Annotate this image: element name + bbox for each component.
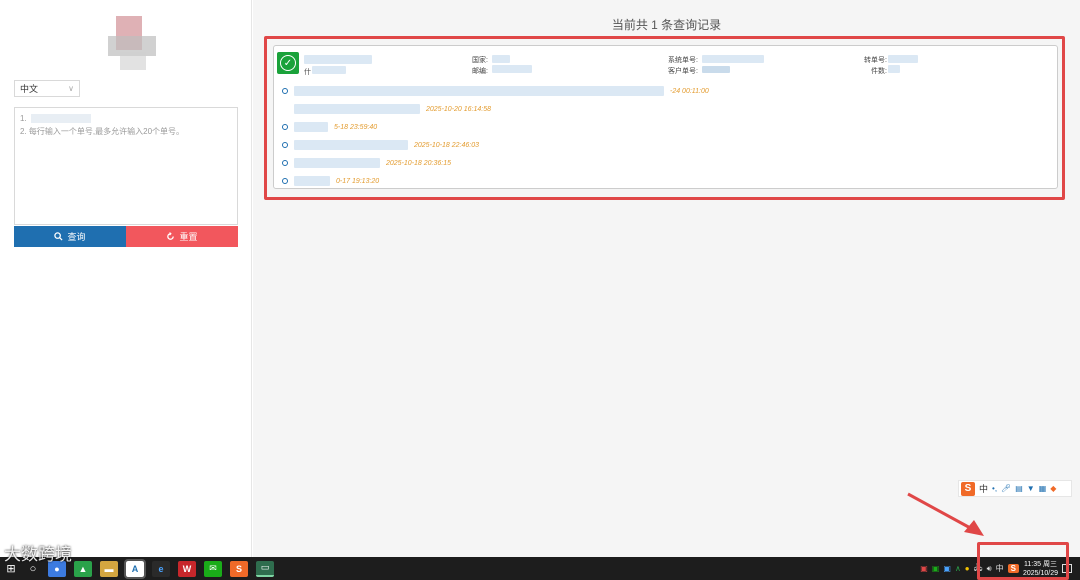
tray-app-icon[interactable]: ▣ — [920, 564, 928, 573]
active-window-icon[interactable]: ▭ — [256, 560, 274, 577]
timeline-time: 2025-10-18 22:46:03 — [414, 141, 479, 149]
watermark: 大数跨境 — [4, 545, 72, 565]
tray-wechat-icon[interactable]: ▣ — [932, 564, 940, 573]
result-count-title: 当前共 1 条查询记录 — [611, 18, 722, 32]
timeline-item: 5-18 23:59:40 — [282, 120, 377, 134]
timeline-item: 2025-10-18 22:46:03 — [282, 138, 479, 152]
tray-app-icon[interactable]: ● — [965, 564, 970, 573]
timeline-dot-icon — [282, 160, 288, 166]
textarea-placeholder: 2. 每行输入一个单号,最多允许输入20个单号。 — [20, 127, 185, 136]
language-select-value: 中文 — [20, 84, 39, 94]
search-button[interactable]: 查询 — [14, 226, 126, 247]
result-card: ✓ 什 国家: 邮编: 系统单号: 客户单号: 转单号: 件数: -24 00:… — [273, 45, 1058, 189]
sogou-logo-icon: S — [961, 481, 975, 496]
punctuation-icon[interactable]: •, — [992, 484, 997, 493]
wechat-app-icon[interactable]: ✉ — [204, 560, 222, 577]
refresh-icon — [167, 232, 175, 240]
timeline-dot-icon — [282, 142, 288, 148]
app-store-icon[interactable]: A — [124, 558, 146, 579]
highlight-box-clock — [977, 542, 1069, 580]
timeline-item: -24 00:11:00 — [282, 84, 709, 98]
edge-app-icon[interactable]: e — [152, 560, 170, 577]
more-icon[interactable]: ◆ — [1050, 484, 1056, 493]
pieces-label: 件数: — [871, 68, 887, 75]
postcode-label: 邮编: — [472, 68, 488, 75]
timeline-time: 2025-10-20 16:14:58 — [426, 105, 491, 113]
textarea-line-1: 1. — [20, 114, 27, 123]
timeline-item: 2025-10-18 20:36:15 — [282, 156, 451, 170]
timeline-item: 2025-10-20 16:14:58 — [282, 102, 491, 116]
tracking-number-textarea[interactable]: 1. 2. 每行输入一个单号,最多允许输入20个单号。 — [14, 107, 238, 225]
timeline-time: 2025-10-18 20:36:15 — [386, 159, 451, 167]
ime-mode-chinese[interactable]: 中 — [979, 482, 988, 495]
toolbox-icon[interactable]: ▦ — [1039, 484, 1047, 493]
results-area: 当前共 1 条查询记录 ✓ 什 国家: 邮编: 系统单号: 客户单号: 转单号:… — [253, 0, 1080, 557]
query-panel: 中文 ∨ 1. 2. 每行输入一个单号,最多允许输入20个单号。 查询 重置 — [0, 0, 252, 557]
sogou-app-icon[interactable]: S — [230, 560, 248, 577]
reset-button-label: 重置 — [179, 232, 198, 242]
taskbar: ⊞ ○ ● ▲ ▬ A e W ✉ S ▭ ▣ ▣ ▣ ∧ ● 🖧︎ 🔊︎ 中 … — [0, 557, 1080, 580]
timeline-time: 0-17 19:13:20 — [336, 177, 380, 185]
language-select[interactable]: 中文 ∨ — [14, 80, 80, 97]
timeline-dot-icon — [282, 178, 288, 184]
search-icon — [54, 232, 64, 241]
wps-app-icon[interactable]: W — [178, 560, 196, 577]
small-prefix: 什 — [304, 69, 311, 76]
search-button-label: 查询 — [67, 232, 86, 242]
customer-number-label: 客户单号: — [668, 68, 698, 75]
reset-button[interactable]: 重置 — [126, 226, 238, 247]
tray-app-icon[interactable]: ∧ — [955, 564, 961, 573]
logo — [106, 16, 158, 74]
timeline-dot-icon — [282, 88, 288, 94]
annotation-arrow-icon — [907, 492, 984, 536]
keyboard-icon[interactable]: ▤ — [1015, 484, 1023, 493]
ime-toolbar[interactable]: S 中 •, 🎤︎ ▤ ▼ ▦ ◆ — [958, 480, 1072, 497]
microphone-icon[interactable]: 🎤︎ — [1001, 484, 1011, 493]
transfer-number-label: 转单号: — [864, 57, 887, 64]
tray-app-icon[interactable]: ▣ — [943, 564, 951, 573]
chevron-down-icon: ∨ — [68, 84, 74, 93]
timeline-time: 5-18 23:59:40 — [334, 123, 378, 131]
explorer-app-icon[interactable]: ▬ — [100, 560, 118, 577]
country-label: 国家: — [472, 57, 488, 64]
app-icon[interactable]: ▲ — [74, 560, 92, 577]
system-number-label: 系统单号: — [668, 57, 698, 64]
timeline-dot-icon — [282, 124, 288, 130]
timeline-item: 0-17 19:13:20 — [282, 174, 379, 188]
timeline-time: -24 00:11:00 — [670, 87, 709, 95]
success-check-icon: ✓ — [277, 52, 299, 74]
skin-icon[interactable]: ▼ — [1027, 484, 1035, 493]
